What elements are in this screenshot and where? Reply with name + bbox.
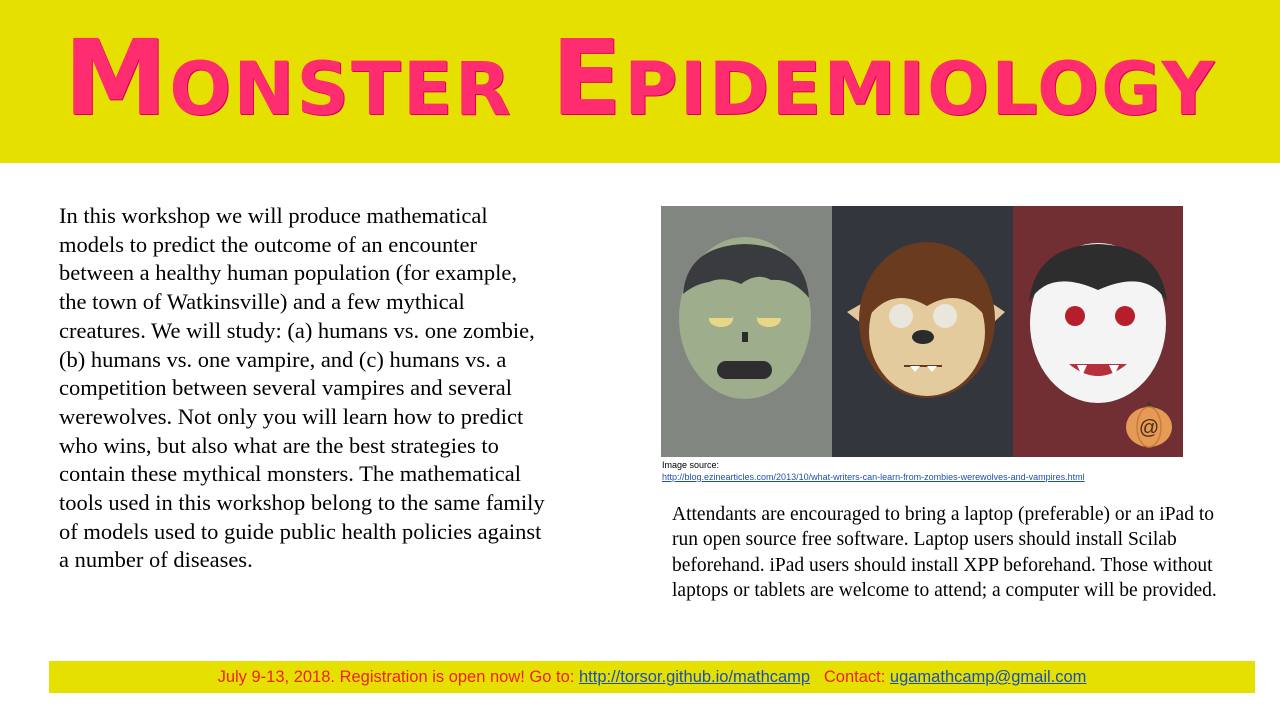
monster-illustration: @ bbox=[661, 206, 1183, 457]
page-title: Monster Epidemiology bbox=[63, 17, 1217, 139]
zombie-face bbox=[679, 237, 811, 399]
image-source-link[interactable]: http://blog.ezinearticles.com/2013/10/wh… bbox=[662, 472, 1085, 482]
image-caption-label: Image source: bbox=[662, 460, 720, 470]
pumpkin-symbol: @ bbox=[1139, 417, 1159, 439]
registration-footer: July 9-13, 2018. Registration is open no… bbox=[49, 661, 1255, 693]
image-caption: Image source: http://blog.ezinearticles.… bbox=[662, 459, 1085, 483]
dates-text: July 9-13, 2018. Registration is open no… bbox=[217, 668, 575, 686]
website-link[interactable]: http://torsor.github.io/mathcamp bbox=[579, 668, 810, 686]
email-link[interactable]: ugamathcamp@gmail.com bbox=[890, 668, 1087, 686]
attendance-note: Attendants are encouraged to bring a lap… bbox=[672, 504, 1217, 601]
title-banner: Monster Epidemiology bbox=[0, 0, 1280, 163]
vampire-face bbox=[1029, 243, 1167, 403]
workshop-description: In this workshop we will produce mathema… bbox=[59, 203, 545, 573]
contact-label: Contact: bbox=[823, 668, 886, 686]
